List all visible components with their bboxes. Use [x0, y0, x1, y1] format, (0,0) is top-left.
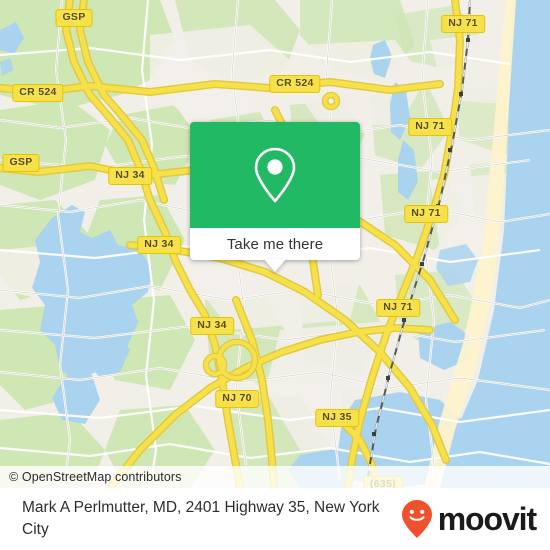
road-shield: NJ 34 [137, 236, 181, 254]
popup-pointer-tail [264, 259, 286, 272]
road-shield: GSP [55, 9, 93, 27]
road-shield: NJ 71 [441, 15, 485, 33]
map-page: GSP NJ 71 CR 524 CR 524 NJ 71 GSP NJ 34 NJ 71 NJ… [0, 0, 550, 550]
place-title: Mark A Perlmutter, MD, 2401 Highway 35, … [22, 499, 380, 538]
road-shield: NJ 34 [190, 317, 234, 335]
road-shield: NJ 71 [376, 299, 420, 317]
road-shield: NJ 34 [108, 167, 152, 185]
take-me-there-popup[interactable]: Take me there [190, 122, 360, 260]
popup-image-area [190, 122, 360, 228]
moovit-wordmark: moovit [437, 501, 537, 537]
road-shield: NJ 71 [408, 118, 452, 136]
footer-bar: Mark A Perlmutter, MD, 2401 Highway 35, … [0, 488, 550, 550]
road-shield: CR 524 [12, 84, 64, 102]
map-pin-icon [254, 147, 296, 203]
osm-attribution-bar: © OpenStreetMap contributors [0, 466, 550, 488]
road-shield: NJ 35 [315, 409, 359, 427]
road-shield: CR 524 [269, 75, 321, 93]
road-shield: GSP [2, 154, 40, 172]
moovit-brand[interactable]: moovit [400, 499, 537, 539]
osm-attribution-text: © OpenStreetMap contributors [9, 470, 182, 484]
road-shield: NJ 71 [404, 205, 448, 223]
take-me-there-label: Take me there [226, 235, 324, 253]
road-shield: NJ 70 [215, 390, 259, 408]
moovit-smiley-pin-icon [401, 500, 432, 538]
take-me-there-button[interactable]: Take me there [190, 228, 360, 260]
